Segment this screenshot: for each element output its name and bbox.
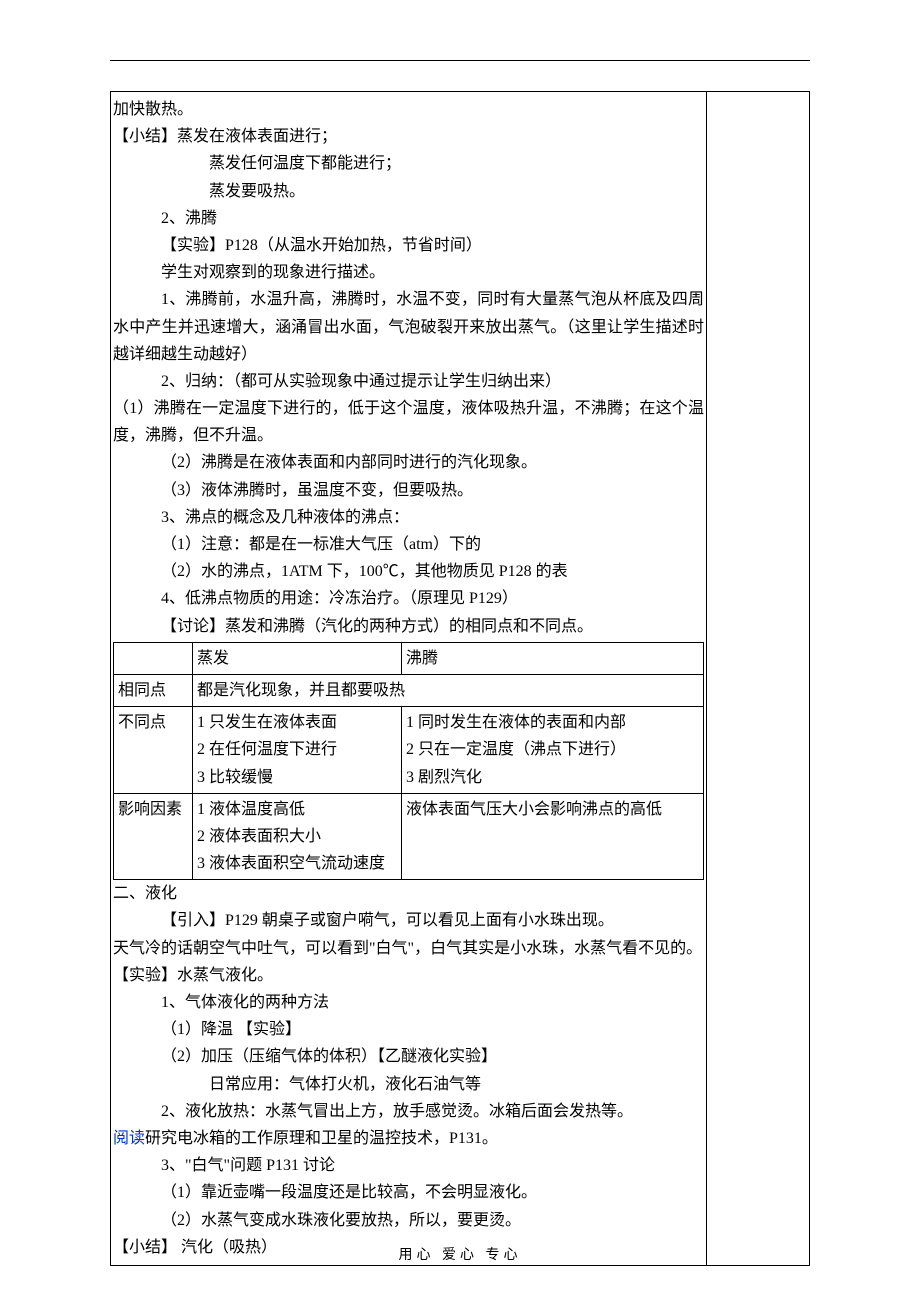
page-container: 加快散热。 【小结】蒸发在液体表面进行； 蒸发任何温度下都能进行； 蒸发要吸热。… — [0, 0, 920, 1306]
intro-note: 【引入】P129 朝桌子或窗户嗬气，可以看见上面有小水珠出现。 — [113, 907, 704, 934]
text-line: （2）水蒸气变成水珠液化要放热，所以，要更烫。 — [113, 1207, 704, 1234]
text-line: （1）注意：都是在一标准大气压（atm）下的 — [113, 531, 704, 558]
discussion-heading: 【讨论】蒸发和沸腾（汽化的两种方式）的相同点和不同点。 — [113, 613, 704, 640]
row-factors-boil: 液体表面气压大小会影响沸点的高低 — [402, 793, 704, 880]
text-line: （3）液体沸腾时，虽温度不变，但要吸热。 — [113, 477, 704, 504]
top-rule — [110, 60, 810, 61]
table-cell-line: 2 液体表面积大小 — [197, 823, 397, 850]
row-similar-value: 都是汽化现象，并且都要吸热 — [193, 674, 704, 706]
row-factors-evap: 1 液体温度高低 2 液体表面积大小 3 液体表面积空气流动速度 — [193, 793, 402, 880]
row-diff-evap: 1 只发生在液体表面 2 在任何温度下进行 3 比较缓慢 — [193, 707, 402, 794]
text-line: 蒸发要吸热。 — [113, 178, 704, 205]
reading-link[interactable]: 阅读 — [113, 1130, 145, 1147]
table-row: 蒸发 沸腾 — [114, 642, 704, 674]
text-line: 3、"白气"问题 P131 讨论 — [113, 1152, 704, 1179]
reading-line: 阅读研究电冰箱的工作原理和卫星的温控技术，P131。 — [113, 1125, 704, 1152]
side-note-cell — [707, 92, 810, 1266]
table-row: 影响因素 1 液体温度高低 2 液体表面积大小 3 液体表面积空气流动速度 液体… — [114, 793, 704, 880]
experiment-heading: 【实验】水蒸气液化。 — [113, 962, 704, 989]
text-paragraph: 1、沸腾前，水温升高，沸腾时，水温不变，同时有大量蒸气泡从杯底及四周水中产生并迅… — [113, 286, 704, 368]
table-cell-line: 2 在任何温度下进行 — [197, 736, 397, 763]
experiment-note: 【实验】P128（从温水开始加热，节省时间） — [113, 232, 704, 259]
text-line: 学生对观察到的现象进行描述。 — [113, 259, 704, 286]
table-cell-line: 3 液体表面积空气流动速度 — [197, 850, 397, 877]
row-label-diff: 不同点 — [114, 707, 193, 794]
table-cell-line: 1 同时发生在液体的表面和内部 — [406, 709, 699, 736]
text-line: 蒸发任何温度下都能进行； — [113, 150, 704, 177]
table-cell-line: 2 只在一定温度（沸点下进行） — [406, 736, 699, 763]
text-line: （1）靠近壶嘴一段温度还是比较高，不会明显液化。 — [113, 1179, 704, 1206]
table-cell-line: 3 比较缓慢 — [197, 764, 397, 791]
text-line: 2、归纳：（都可从实验现象中通过提示让学生归纳出来） — [113, 368, 704, 395]
table-cell-line: 1 液体温度高低 — [197, 796, 397, 823]
text-line: 4、低沸点物质的用途：冷冻治疗。（原理见 P129） — [113, 585, 704, 612]
outer-layout-table: 加快散热。 【小结】蒸发在液体表面进行； 蒸发任何温度下都能进行； 蒸发要吸热。… — [110, 91, 810, 1266]
row-label-factors: 影响因素 — [114, 793, 193, 880]
table-row: 相同点 都是汽化现象，并且都要吸热 — [114, 674, 704, 706]
reading-text: 研究电冰箱的工作原理和卫星的温控技术，P131。 — [145, 1130, 498, 1147]
table-cell-line: 3 剧烈汽化 — [406, 764, 699, 791]
text-line: 2、液化放热：水蒸气冒出上方，放手感觉烫。冰箱后面会发热等。 — [113, 1098, 704, 1125]
text-line: 3、沸点的概念及几种液体的沸点： — [113, 504, 704, 531]
table-header-boiling: 沸腾 — [402, 642, 704, 674]
row-diff-boil: 1 同时发生在液体的表面和内部 2 只在一定温度（沸点下进行） 3 剧烈汽化 — [402, 707, 704, 794]
page-footer: 用心 爱心 专心 — [0, 1244, 920, 1268]
text-line: （2）沸腾是在液体表面和内部同时进行的汽化现象。 — [113, 449, 704, 476]
text-line: （1）降温 【实验】 — [113, 1016, 704, 1043]
summary-heading: 【小结】蒸发在液体表面进行； — [113, 123, 704, 150]
text-line: 1、气体液化的两种方法 — [113, 989, 704, 1016]
table-header-evaporation: 蒸发 — [193, 642, 402, 674]
text-line: （2）加压（压缩气体的体积）【乙醚液化实验】 — [113, 1043, 704, 1070]
text-paragraph: 天气冷的话朝空气中吐气，可以看到"白气"，白气其实是小水珠，水蒸气看不见的。 — [113, 935, 704, 962]
row-label-similar: 相同点 — [114, 674, 193, 706]
section-boiling: 2、沸腾 — [113, 205, 704, 232]
main-content-cell: 加快散热。 【小结】蒸发在液体表面进行； 蒸发任何温度下都能进行； 蒸发要吸热。… — [111, 92, 707, 1266]
comparison-table: 蒸发 沸腾 相同点 都是汽化现象，并且都要吸热 不同点 1 只发生在液体表面 2… — [113, 642, 704, 881]
text-line: （2）水的沸点，1ATM 下，100℃，其他物质见 P128 的表 — [113, 558, 704, 585]
text-line: 日常应用：气体打火机，液化石油气等 — [113, 1071, 704, 1098]
table-row: 不同点 1 只发生在液体表面 2 在任何温度下进行 3 比较缓慢 1 同时发生在… — [114, 707, 704, 794]
section-liquefaction: 二、液化 — [113, 880, 704, 907]
text-paragraph: （1）沸腾在一定温度下进行的，低于这个温度，液体吸热升温，不沸腾；在这个温度，沸… — [113, 395, 704, 449]
table-cell-line: 1 只发生在液体表面 — [197, 709, 397, 736]
text-line: 加快散热。 — [113, 96, 704, 123]
table-header-blank — [114, 642, 193, 674]
